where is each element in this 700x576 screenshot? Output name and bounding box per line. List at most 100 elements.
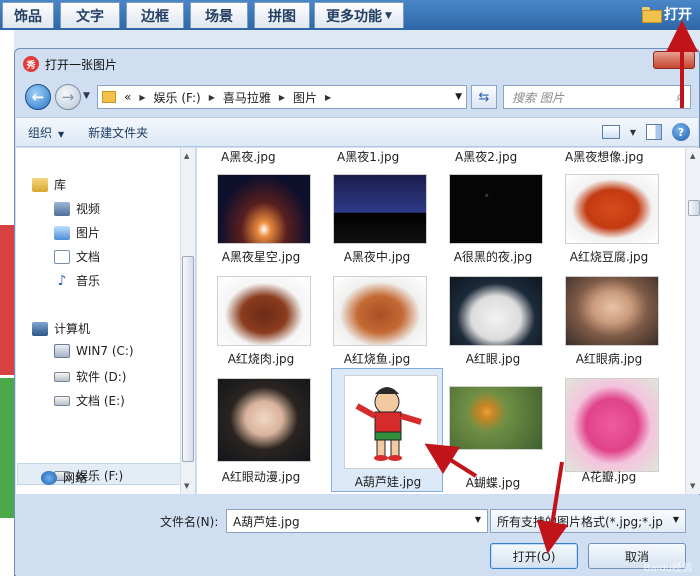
documents-icon xyxy=(54,249,70,264)
help-icon[interactable]: ? xyxy=(672,123,690,141)
file-caption: A红眼病.jpg xyxy=(575,352,643,366)
chevron-down-icon[interactable]: ▼ xyxy=(630,128,636,137)
file-caption[interactable]: A黑夜2.jpg xyxy=(455,148,517,165)
file-caption[interactable]: A黑夜1.jpg xyxy=(337,148,399,165)
file-tile[interactable]: A红眼病.jpg xyxy=(553,270,665,382)
file-caption[interactable]: A黑夜想像.jpg xyxy=(565,148,644,165)
navpane-item-documents[interactable]: 文档 xyxy=(54,248,100,265)
navpane-item-drive-c[interactable]: WIN7 (C:) xyxy=(54,344,134,358)
file-tile[interactable]: A红烧肉.jpg xyxy=(205,270,317,382)
refresh-icon: ⇆ xyxy=(478,89,490,105)
menu-label: 更多功能 xyxy=(326,8,383,25)
app-menu-bar: 饰品 文字 边框 场景 拼图 更多功能 ▼ 打开 xyxy=(0,0,700,30)
filename-input[interactable]: A葫芦娃.jpg ▼ xyxy=(226,509,488,533)
open-button-label: 打开(O) xyxy=(512,549,556,564)
breadcrumb-overflow[interactable]: « xyxy=(124,90,131,104)
chevron-down-icon[interactable]: ▼ xyxy=(475,515,481,524)
file-caption: A红烧鱼.jpg xyxy=(343,352,411,366)
file-tile-selected[interactable]: A葫芦娃.jpg xyxy=(331,368,443,492)
file-tile[interactable]: A红烧豆腐.jpg xyxy=(553,168,665,280)
file-tile[interactable]: A黑夜中.jpg xyxy=(321,168,433,280)
folder-icon xyxy=(102,91,116,103)
dialog-titlebar: 秀 打开一张图片 xyxy=(15,49,699,79)
breadcrumb-drive[interactable]: 娱乐 (F:) xyxy=(154,89,201,106)
scrollbar-thumb[interactable] xyxy=(182,256,194,462)
file-tile[interactable]: A很黑的夜.jpg xyxy=(437,168,549,280)
chevron-down-icon[interactable]: ▼ xyxy=(455,92,462,102)
file-tile[interactable]: A花瓣.jpg xyxy=(553,372,665,490)
organize-label: 组织 xyxy=(28,125,53,140)
menu-accessories[interactable]: 饰品 xyxy=(2,2,54,28)
image-thumbnail xyxy=(449,386,543,450)
open-file-dialog: 秀 打开一张图片 ← → ▼ « ▶ 娱乐 (F:) ▶ 喜马拉雅 ▶ 图片 ▶… xyxy=(14,48,700,576)
file-tile[interactable]: A红烧鱼.jpg xyxy=(321,270,433,382)
file-caption: A很黑的夜.jpg xyxy=(453,250,533,264)
breadcrumb-folder[interactable]: 喜马拉雅 xyxy=(223,89,271,106)
file-tile[interactable]: A黑夜星空.jpg xyxy=(205,168,317,280)
navpane-item-library[interactable]: 库 xyxy=(32,176,66,193)
navpane-scrollbar[interactable]: ▲ ▼ xyxy=(180,148,195,494)
navpane-item-pictures[interactable]: 图片 xyxy=(54,224,100,241)
network-icon xyxy=(41,470,57,485)
scroll-up-icon[interactable]: ▲ xyxy=(690,152,695,160)
search-input[interactable]: 搜索 图片 ⌕ xyxy=(503,85,691,109)
new-folder-button[interactable]: 新建文件夹 xyxy=(76,124,160,141)
navpane-label: 软件 (D:) xyxy=(76,370,127,384)
history-dropdown-icon[interactable]: ▼ xyxy=(83,91,90,101)
menu-more[interactable]: 更多功能 ▼ xyxy=(314,2,404,28)
navpane-label: 网络 xyxy=(63,471,88,485)
image-thumbnail xyxy=(333,276,427,346)
video-icon xyxy=(54,201,70,216)
navpane-item-music[interactable]: ♪ 音乐 xyxy=(54,272,100,289)
file-caption[interactable]: A黑夜.jpg xyxy=(221,148,276,165)
file-tile[interactable]: A红眼动漫.jpg xyxy=(205,372,317,490)
breadcrumb-separator-icon: ▶ xyxy=(139,92,146,102)
image-thumbnail xyxy=(565,174,659,244)
filetype-value: 所有支持的图片格式(*.jpg;*.jp xyxy=(497,514,663,529)
navpane-item-drive-d[interactable]: 软件 (D:) xyxy=(54,368,126,385)
navpane-label: 库 xyxy=(54,178,67,192)
menu-scene[interactable]: 场景 xyxy=(190,2,248,28)
open-button-top[interactable]: 打开 xyxy=(642,4,692,24)
scroll-down-icon[interactable]: ▼ xyxy=(184,482,189,490)
back-arrow-icon[interactable]: ← xyxy=(25,84,51,110)
menu-label: 拼图 xyxy=(268,8,296,25)
organize-button[interactable]: 组织 ▼ xyxy=(16,124,76,141)
image-thumbnail xyxy=(449,174,543,244)
open-label: 打开 xyxy=(664,7,692,23)
view-options-icon[interactable] xyxy=(601,125,620,139)
navpane-label: WIN7 (C:) xyxy=(76,344,134,358)
refresh-button[interactable]: ⇆ xyxy=(471,85,497,109)
navpane-item-network[interactable]: 网络 xyxy=(41,469,87,486)
scroll-down-icon[interactable]: ▼ xyxy=(690,482,695,490)
forward-arrow-icon[interactable]: → xyxy=(55,84,81,110)
filetype-select[interactable]: 所有支持的图片格式(*.jpg;*.jp ▼ xyxy=(490,509,686,533)
windows-drive-icon xyxy=(54,344,70,358)
navpane-item-video[interactable]: 视频 xyxy=(54,200,100,217)
menu-text[interactable]: 文字 xyxy=(60,2,120,28)
chevron-down-icon[interactable]: ▼ xyxy=(673,515,679,524)
navpane-item-drive-e[interactable]: 文档 (E:) xyxy=(54,392,125,409)
breadcrumb-current[interactable]: 图片 xyxy=(293,89,317,106)
music-icon: ♪ xyxy=(57,272,67,289)
navigation-row: ← → ▼ « ▶ 娱乐 (F:) ▶ 喜马拉雅 ▶ 图片 ▶ ▼ ⇆ 搜索 图… xyxy=(23,83,693,111)
open-button[interactable]: 打开(O) xyxy=(490,543,578,569)
file-tile[interactable]: A红眼.jpg xyxy=(437,270,549,382)
menu-border[interactable]: 边框 xyxy=(126,2,184,28)
address-bar[interactable]: « ▶ 娱乐 (F:) ▶ 喜马拉雅 ▶ 图片 ▶ ▼ xyxy=(97,85,467,109)
file-tile[interactable]: A蝴蝶.jpg xyxy=(437,380,549,492)
close-button[interactable] xyxy=(653,51,695,69)
file-grid: A黑夜.jpg A黑夜1.jpg A黑夜2.jpg A黑夜想像.jpg A黑夜星… xyxy=(197,148,685,494)
navpane-item-computer[interactable]: 计算机 xyxy=(32,320,90,337)
files-scrollbar[interactable]: ▲ ▼ xyxy=(685,148,700,494)
menu-collage[interactable]: 拼图 xyxy=(254,2,310,28)
preview-pane-icon[interactable] xyxy=(646,124,662,140)
file-caption: A花瓣.jpg xyxy=(581,470,637,484)
file-caption: A葫芦娃.jpg xyxy=(354,475,422,489)
pictures-icon xyxy=(54,225,70,240)
scrollbar-thumb[interactable] xyxy=(688,200,700,216)
scroll-up-icon[interactable]: ▲ xyxy=(184,152,189,160)
search-icon: ⌕ xyxy=(676,89,684,105)
navigation-pane: 库 视频 图片 文档 ♪ 音乐 计算机 WIN7 (C:) 软件 (D:) 文档 … xyxy=(16,148,196,494)
dialog-toolbar: 组织 ▼ 新建文件夹 ▼ ? xyxy=(16,117,698,147)
